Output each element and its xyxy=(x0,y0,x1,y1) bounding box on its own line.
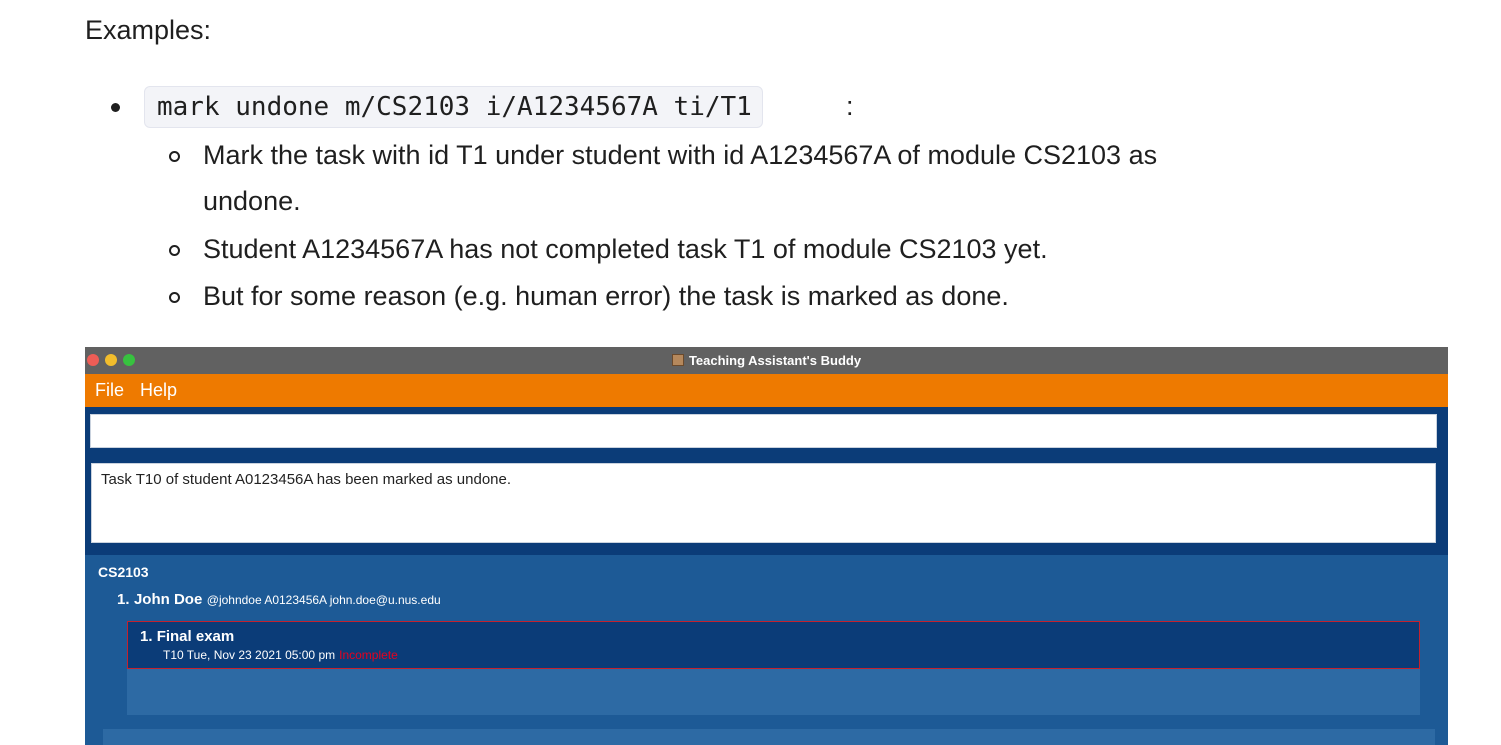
task-list-empty-space xyxy=(127,669,1420,715)
module-list[interactable]: CS2103 1. John Doe @johndoe A0123456A jo… xyxy=(85,555,1448,745)
colon-text: : xyxy=(846,91,854,121)
task-title-row: 1. Final exam xyxy=(140,628,234,645)
command-input[interactable] xyxy=(90,414,1437,448)
module-code: CS2103 xyxy=(98,564,149,580)
menu-bar: File Help xyxy=(85,374,1448,407)
menu-file[interactable]: File xyxy=(95,374,124,407)
task-item[interactable]: 1. Final exam T10 Tue, Nov 23 2021 05:00… xyxy=(127,621,1420,669)
student-index: 1. xyxy=(117,591,130,608)
app-icon xyxy=(671,354,684,366)
task-status-badge: Incomplete xyxy=(339,648,398,662)
window-title-text: Teaching Assistant's Buddy xyxy=(688,353,862,368)
command-example-code: mark undone m/CS2103 i/A1234567A ti/T1 xyxy=(144,86,763,128)
student-item[interactable]: 1. John Doe @johndoe A0123456A john.doe@… xyxy=(117,591,441,609)
example-explanation-line: undone. xyxy=(203,186,301,216)
next-module-panel xyxy=(103,729,1435,745)
app-window: Teaching Assistant's Buddy File Help Tas… xyxy=(85,347,1448,745)
example-explanation-line: Mark the task with id T1 under student w… xyxy=(203,140,1158,170)
sub-bullet-icon xyxy=(169,151,180,162)
task-meta-row: T10 Tue, Nov 23 2021 05:00 pm Incomplete xyxy=(163,648,398,662)
examples-heading: Examples: xyxy=(85,15,212,45)
result-display: Task T10 of student A0123456A has been m… xyxy=(91,463,1436,543)
example-explanation-line: But for some reason (e.g. human error) t… xyxy=(203,281,1009,311)
bullet-icon xyxy=(111,103,120,112)
sub-bullet-icon xyxy=(169,245,180,256)
task-index: 1. xyxy=(140,628,153,645)
title-bar: Teaching Assistant's Buddy xyxy=(85,347,1448,374)
task-title: Final exam xyxy=(156,628,235,645)
documentation-section: Examples: mark undone m/CS2103 i/A123456… xyxy=(0,0,1501,345)
command-area: Task T10 of student A0123456A has been m… xyxy=(85,407,1448,555)
result-message: Task T10 of student A0123456A has been m… xyxy=(101,471,512,488)
student-details: @johndoe A0123456A john.doe@u.nus.edu xyxy=(206,593,441,607)
menu-help[interactable]: Help xyxy=(140,374,177,407)
student-name: John Doe xyxy=(133,591,203,608)
window-title: Teaching Assistant's Buddy xyxy=(85,347,1448,374)
sub-bullet-icon xyxy=(169,292,180,303)
example-explanation-line: Student A1234567A has not completed task… xyxy=(203,234,1048,264)
task-meta: T10 Tue, Nov 23 2021 05:00 pm xyxy=(163,648,336,662)
